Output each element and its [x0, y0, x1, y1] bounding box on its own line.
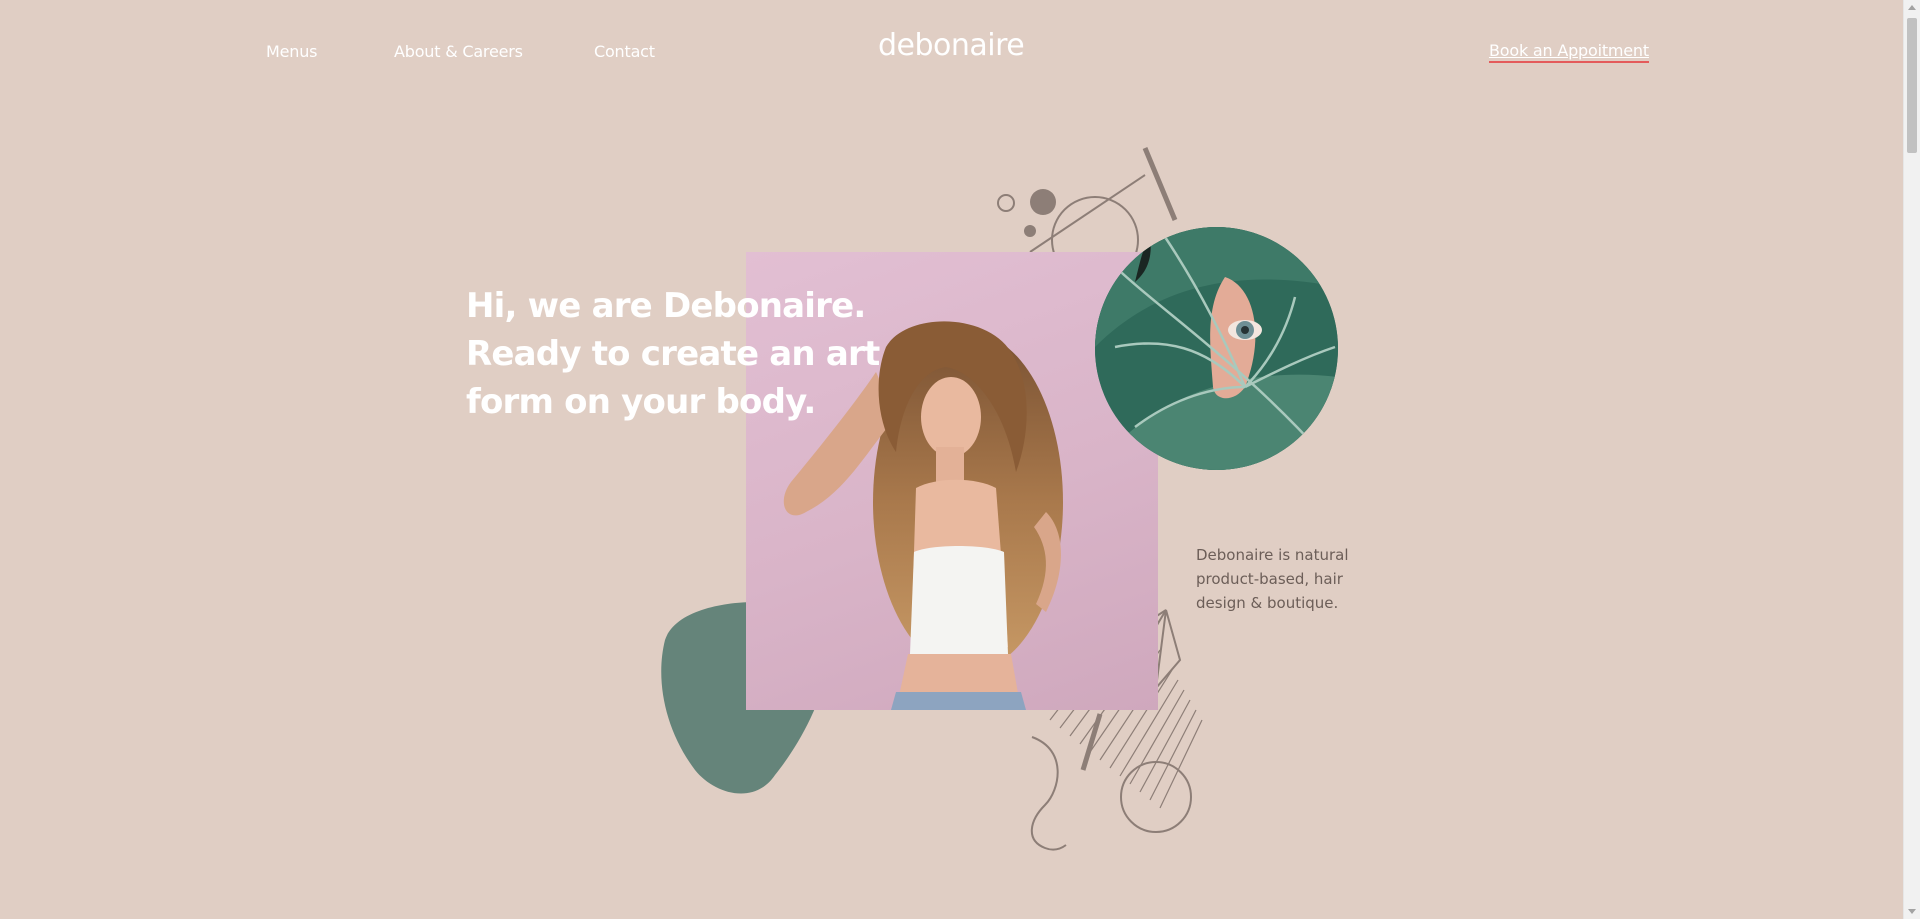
hero-headline: Hi, we are Debonaire. Ready to create an… [466, 282, 880, 426]
hero-headline-line-1: Hi, we are Debonaire. [466, 286, 866, 326]
hero-headline-line-3: form on your body. [466, 382, 816, 422]
nav-contact-link[interactable]: Contact [594, 42, 655, 61]
site-logo[interactable]: debonaire [878, 28, 1025, 63]
eye-leaf-photo [1095, 227, 1338, 470]
hero-headline-line-2: Ready to create an art [466, 334, 880, 374]
leaf-eye-illustration [1095, 227, 1338, 470]
scroll-down-arrow-icon[interactable] [1908, 909, 1916, 914]
scrollbar-thumb[interactable] [1907, 18, 1917, 153]
nav-menus-link[interactable]: Menus [266, 42, 317, 61]
book-appointment-link[interactable]: Book an Appoitment [1489, 42, 1649, 63]
vertical-scrollbar[interactable] [1903, 0, 1920, 919]
scroll-up-arrow-icon[interactable] [1908, 5, 1916, 10]
nav-about-careers-link[interactable]: About & Careers [394, 42, 523, 61]
